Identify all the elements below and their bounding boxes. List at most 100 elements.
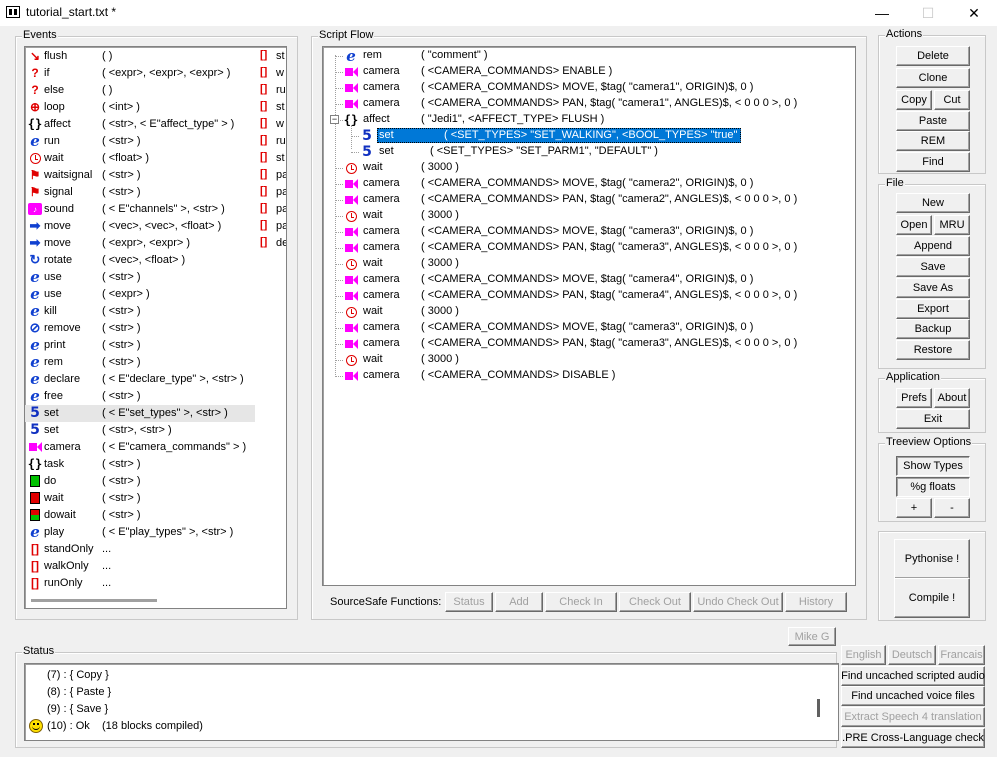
event-item-move[interactable]: ➡ move ( <expr>, <expr> ) [25, 235, 255, 252]
event-item-walkonly[interactable]: [] walkOnly... [25, 558, 255, 575]
new-button[interactable]: New [896, 193, 970, 213]
sourcesafe-check-in-button[interactable]: Check In [545, 592, 617, 612]
pythonise-button[interactable]: Pythonise ! [894, 539, 970, 579]
event-item-free[interactable]: e free ( <str> ) [25, 387, 255, 405]
clone-button[interactable]: Clone [896, 68, 970, 88]
event-item-set[interactable]: 5 set ( < E"set_types" >, <str> ) [25, 405, 255, 422]
find-uncached-voice-button[interactable]: Find uncached voice files [841, 686, 985, 706]
append-button[interactable]: Append [896, 236, 970, 256]
event-item-do[interactable]: do ( <str> ) [25, 473, 255, 490]
script-node-set[interactable]: 5 set ( <SET_TYPES> "SET_PARM1", "DEFAULT"… [323, 144, 853, 160]
collapse-minus-button[interactable]: - [934, 498, 970, 518]
event-item-use[interactable]: e use ( <str> ) [25, 268, 255, 286]
script-node-affect[interactable]: −{} affect ( "Jedi1", <AFFECT_TYPE> FLUSH … [323, 112, 853, 128]
script-node-camera[interactable]: camera ( <CAMERA_COMMANDS> ENABLE ) [323, 64, 853, 80]
script-node-camera[interactable]: camera ( <CAMERA_COMMANDS> PAN, $tag( "ca… [323, 288, 853, 304]
event-item-task[interactable]: {} task ( <str> ) [25, 456, 255, 473]
script-node-camera[interactable]: camera ( <CAMERA_COMMANDS> MOVE, $tag( "c… [323, 176, 853, 192]
script-node-camera[interactable]: camera ( <CAMERA_COMMANDS> PAN, $tag( "ca… [323, 192, 853, 208]
cut-button[interactable]: Cut [934, 90, 970, 110]
script-node-wait[interactable]: wait ( 3000 ) [323, 160, 853, 176]
restore-button[interactable]: Restore [896, 340, 970, 360]
francais-button[interactable]: Francais [938, 645, 985, 665]
events-horizontal-scrollbar[interactable] [31, 599, 157, 602]
sourcesafe-history-button[interactable]: History [785, 592, 847, 612]
backup-button[interactable]: Backup [896, 319, 970, 339]
event-item-run[interactable]: e run ( <str> ) [25, 132, 255, 150]
show-types-toggle[interactable]: Show Types [896, 456, 970, 476]
maximize-button[interactable]: ☐ [905, 0, 951, 26]
save-as-button[interactable]: Save As [896, 278, 970, 298]
sourcesafe-check-out-button[interactable]: Check Out [619, 592, 691, 612]
pre-cross-language-check-button[interactable]: .PRE Cross-Language check [841, 728, 985, 748]
extract-speech-button[interactable]: Extract Speech 4 translation [841, 707, 985, 727]
event-item-flush[interactable]: ↘ flush ( ) [25, 48, 255, 65]
event-item-waitsignal[interactable]: ⚑ waitsignal ( <str> ) [25, 167, 255, 184]
script-node-camera[interactable]: camera ( <CAMERA_COMMANDS> PAN, $tag( "ca… [323, 96, 853, 112]
script-node-wait[interactable]: wait ( 3000 ) [323, 352, 853, 368]
save-button[interactable]: Save [896, 257, 970, 277]
script-node-camera[interactable]: camera ( <CAMERA_COMMANDS> DISABLE ) [323, 368, 853, 384]
event-item-set[interactable]: 5 set ( <str>, <str> ) [25, 422, 255, 439]
event-item-kill[interactable]: e kill ( <str> ) [25, 302, 255, 320]
sourcesafe-status-button[interactable]: Status [445, 592, 493, 612]
script-node-camera[interactable]: camera ( <CAMERA_COMMANDS> MOVE, $tag( "c… [323, 320, 853, 336]
open-button[interactable]: Open [896, 215, 932, 235]
event-item-rotate[interactable]: ↻ rotate ( <vec>, <float> ) [25, 252, 255, 269]
event-item-loop[interactable]: ⊕ loop ( <int> ) [25, 99, 255, 116]
script-node-camera[interactable]: camera ( <CAMERA_COMMANDS> PAN, $tag( "ca… [323, 336, 853, 352]
script-node-set[interactable]: 5 set ( <SET_TYPES> "SET_WALKING", <BOOL_T… [323, 128, 853, 144]
about-button[interactable]: About [934, 388, 970, 408]
event-item-runonly[interactable]: [] runOnly... [25, 575, 255, 592]
event-item-use[interactable]: e use ( <expr> ) [25, 285, 255, 303]
minimize-button[interactable]: — [859, 0, 905, 26]
deutsch-button[interactable]: Deutsch [888, 645, 936, 665]
paste-button[interactable]: Paste [896, 111, 970, 131]
event-item-move[interactable]: ➡ move ( <vec>, <vec>, <float> ) [25, 218, 255, 235]
close-button[interactable]: ✕ [951, 0, 997, 26]
event-item-rem[interactable]: e rem ( <str> ) [25, 353, 255, 371]
event-item-play[interactable]: e play ( < E"play_types" >, <str> ) [25, 523, 255, 541]
g-floats-toggle[interactable]: %g floats [896, 477, 970, 497]
event-item-signal[interactable]: ⚑ signal ( <str> ) [25, 184, 255, 201]
script-node-rem[interactable]: e rem ( "comment" ) [323, 47, 853, 65]
status-log[interactable]: (7) : { Copy } (8) : { Paste } (9) : { Sav… [24, 663, 839, 741]
event-item-affect[interactable]: {} affect ( <str>, < E"affect_type" > ) [25, 116, 255, 133]
script-node-camera[interactable]: camera ( <CAMERA_COMMANDS> MOVE, $tag( "c… [323, 272, 853, 288]
status-scrollbar-thumb[interactable] [817, 699, 820, 717]
script-node-wait[interactable]: wait ( 3000 ) [323, 256, 853, 272]
script-node-wait[interactable]: wait ( 3000 ) [323, 208, 853, 224]
script-node-camera[interactable]: camera ( <CAMERA_COMMANDS> MOVE, $tag( "c… [323, 224, 853, 240]
event-item-wait[interactable]: wait ( <str> ) [25, 490, 255, 507]
compile-button[interactable]: Compile ! [894, 578, 970, 618]
event-item-else[interactable]: ? else ( ) [25, 82, 255, 99]
find-uncached-audio-button[interactable]: Find uncached scripted audio [841, 666, 985, 686]
event-item-dowait[interactable]: dowait ( <str> ) [25, 507, 255, 524]
event-item-standonly[interactable]: [] standOnly... [25, 541, 255, 558]
script-node-camera[interactable]: camera ( <CAMERA_COMMANDS> PAN, $tag( "ca… [323, 240, 853, 256]
english-button[interactable]: English [841, 645, 886, 665]
event-item-remove[interactable]: ⊘ remove ( <str> ) [25, 320, 255, 337]
delete-button[interactable]: Delete [896, 46, 970, 66]
exit-button[interactable]: Exit [896, 409, 970, 429]
collapse-icon[interactable]: − [330, 115, 339, 124]
prefs-button[interactable]: Prefs [896, 388, 932, 408]
script-flow-tree[interactable]: e rem ( "comment" ) camera ( <CAMERA_COMMAND… [322, 46, 856, 586]
event-item-declare[interactable]: e declare ( < E"declare_type" >, <str> ) [25, 370, 255, 388]
event-item-print[interactable]: e print ( <str> ) [25, 336, 255, 354]
events-list[interactable]: ↘ flush ( )? if ( <expr>, <expr>, <expr> )? e… [24, 46, 287, 609]
sourcesafe-add-button[interactable]: Add [495, 592, 543, 612]
script-node-wait[interactable]: wait ( 3000 ) [323, 304, 853, 320]
find-button[interactable]: Find [896, 152, 970, 172]
rem-button[interactable]: REM [896, 131, 970, 151]
event-item-if[interactable]: ? if ( <expr>, <expr>, <expr> ) [25, 65, 255, 82]
expand-plus-button[interactable]: + [896, 498, 932, 518]
event-item-camera[interactable]: camera ( < E"camera_commands" > ) [25, 439, 255, 456]
copy-button[interactable]: Copy [896, 90, 932, 110]
script-node-camera[interactable]: camera ( <CAMERA_COMMANDS> MOVE, $tag( "c… [323, 80, 853, 96]
event-item-sound[interactable]: ♪ sound ( < E"channels" >, <str> ) [25, 201, 255, 218]
event-item-wait[interactable]: wait ( <float> ) [25, 150, 255, 167]
sourcesafe-undo-check-out-button[interactable]: Undo Check Out [693, 592, 783, 612]
mru-button[interactable]: MRU [934, 215, 970, 235]
export-button[interactable]: Export [896, 299, 970, 319]
